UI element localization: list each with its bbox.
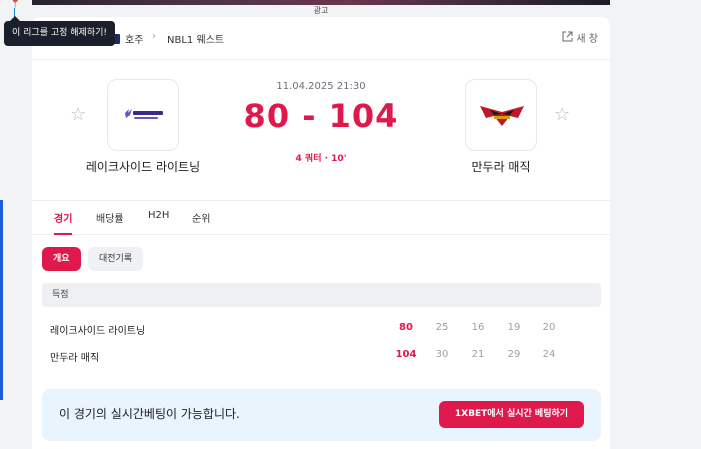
subtab-h2h-record[interactable]: 대전기록	[88, 247, 144, 271]
scoreboard-row: 만두라 매직 104 30 21 29 24	[50, 349, 590, 369]
mandurah-magic-logo	[480, 106, 524, 126]
tab-match[interactable]: 경기	[54, 210, 72, 225]
scoreboard-quarter-4: 24	[542, 349, 556, 360]
away-team-logo[interactable]	[465, 79, 537, 151]
scoreboard-quarter-3: 19	[507, 322, 521, 333]
new-window-button[interactable]: 새 창	[562, 30, 598, 45]
match-score: 80 - 104	[243, 97, 399, 135]
scoreboard-total: 104	[395, 349, 417, 360]
ad-label: 광고	[313, 6, 329, 15]
scoreboard-team-name: 만두라 매직	[50, 353, 100, 364]
scoreboard-row: 레이크사이드 라이트닝 80 25 16 19 20	[50, 322, 590, 342]
new-window-label: 새 창	[576, 34, 598, 45]
scoreboard-total: 80	[399, 322, 413, 333]
live-betting-button[interactable]: 1XBET에서 실시간 베팅하기	[439, 401, 584, 428]
match-card: 호주 › NBL1 웨스트 새 창 ☆ 레이크사이드 라이트닝 11.04.20…	[32, 17, 610, 449]
lakeside-lightning-logo	[125, 109, 163, 119]
home-team-name[interactable]: 레이크사이드 라이트닝	[73, 158, 213, 175]
breadcrumb-country[interactable]: 호주	[125, 31, 143, 46]
scoreboard-quarter-1: 30	[435, 349, 449, 360]
live-betting-message: 이 경기의 실시간베팅이 가능합니다.	[59, 407, 240, 421]
unpin-league-tooltip: 이 리그를 고정 해제하기!	[4, 16, 115, 46]
tab-odds[interactable]: 배당률	[96, 210, 124, 225]
favorite-home-star-icon[interactable]: ☆	[70, 104, 86, 125]
breadcrumb-league[interactable]: NBL1 웨스트	[167, 31, 224, 46]
tab-standings[interactable]: 순위	[192, 210, 210, 225]
external-link-icon	[562, 31, 573, 45]
away-team-name[interactable]: 만두라 매직	[441, 158, 561, 175]
scoreboard-quarter-2: 21	[471, 349, 485, 360]
favorite-away-star-icon[interactable]: ☆	[554, 104, 570, 125]
match-tabs: 경기 배당률 H2H 순위	[32, 200, 610, 235]
scoreboard-header: 득점	[42, 283, 601, 307]
home-team-logo[interactable]	[107, 79, 179, 151]
breadcrumb: 호주 › NBL1 웨스트 새 창	[32, 17, 610, 60]
active-tab-underline	[54, 233, 72, 235]
scoreboard-quarter-4: 20	[542, 322, 556, 333]
match-datetime: 11.04.2025 21:30	[276, 81, 366, 92]
scoreboard-quarter-1: 25	[435, 322, 449, 333]
live-betting-banner: 이 경기의 실시간베팅이 가능합니다. 1XBET에서 실시간 베팅하기	[42, 389, 601, 441]
scoreboard-quarter-2: 16	[471, 322, 485, 333]
subtab-overview[interactable]: 개요	[42, 247, 81, 271]
sidebar-active-indicator	[0, 200, 3, 400]
breadcrumb-chevron-icon: ›	[152, 31, 156, 42]
match-status: 4 쿼터 · 10'	[295, 154, 347, 164]
scoreboard-quarter-3: 29	[507, 349, 521, 360]
scoreboard-team-name: 레이크사이드 라이트닝	[50, 326, 146, 337]
tab-h2h[interactable]: H2H	[148, 210, 169, 221]
